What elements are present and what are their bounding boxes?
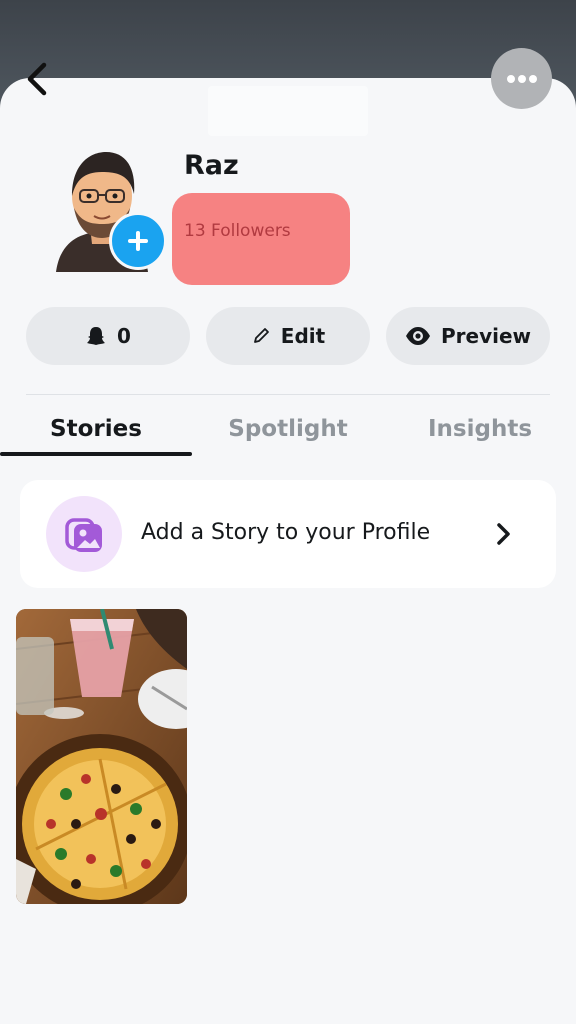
story-add-icon-bg — [46, 496, 122, 572]
followers-highlight[interactable]: 13 Followers — [172, 193, 350, 285]
tab-stories[interactable]: Stories — [0, 416, 192, 452]
snapscore-button[interactable]: 0 — [26, 307, 190, 365]
more-dot-icon — [507, 75, 515, 83]
snapscore-value: 0 — [117, 324, 131, 348]
add-story-label: Add a Story to your Profile — [141, 520, 431, 545]
preview-button[interactable]: Preview — [386, 307, 550, 365]
more-dot-icon — [518, 75, 526, 83]
tab-insights[interactable]: Insights — [384, 416, 576, 452]
active-tab-indicator — [0, 452, 192, 456]
eye-icon — [405, 327, 430, 345]
preview-label: Preview — [440, 324, 532, 348]
chevron-right-icon — [497, 523, 510, 545]
add-friend-button[interactable] — [109, 212, 167, 270]
back-arrow-icon[interactable] — [20, 60, 54, 98]
story-thumbnail[interactable] — [16, 609, 187, 904]
display-name: Raz — [184, 150, 239, 181]
more-dot-icon — [529, 75, 537, 83]
tab-spotlight[interactable]: Spotlight — [192, 416, 384, 452]
ghost-icon — [87, 327, 106, 345]
pencil-icon — [253, 328, 269, 343]
add-story-card[interactable]: Add a Story to your Profile — [20, 480, 556, 588]
followers-count[interactable]: 13 Followers — [184, 221, 291, 241]
edit-button[interactable]: Edit — [206, 307, 370, 365]
edit-label: Edit — [280, 324, 326, 348]
story-photo-icon — [65, 518, 102, 552]
more-options-button[interactable] — [491, 48, 552, 109]
title-placeholder — [208, 86, 368, 136]
section-divider — [26, 394, 550, 395]
